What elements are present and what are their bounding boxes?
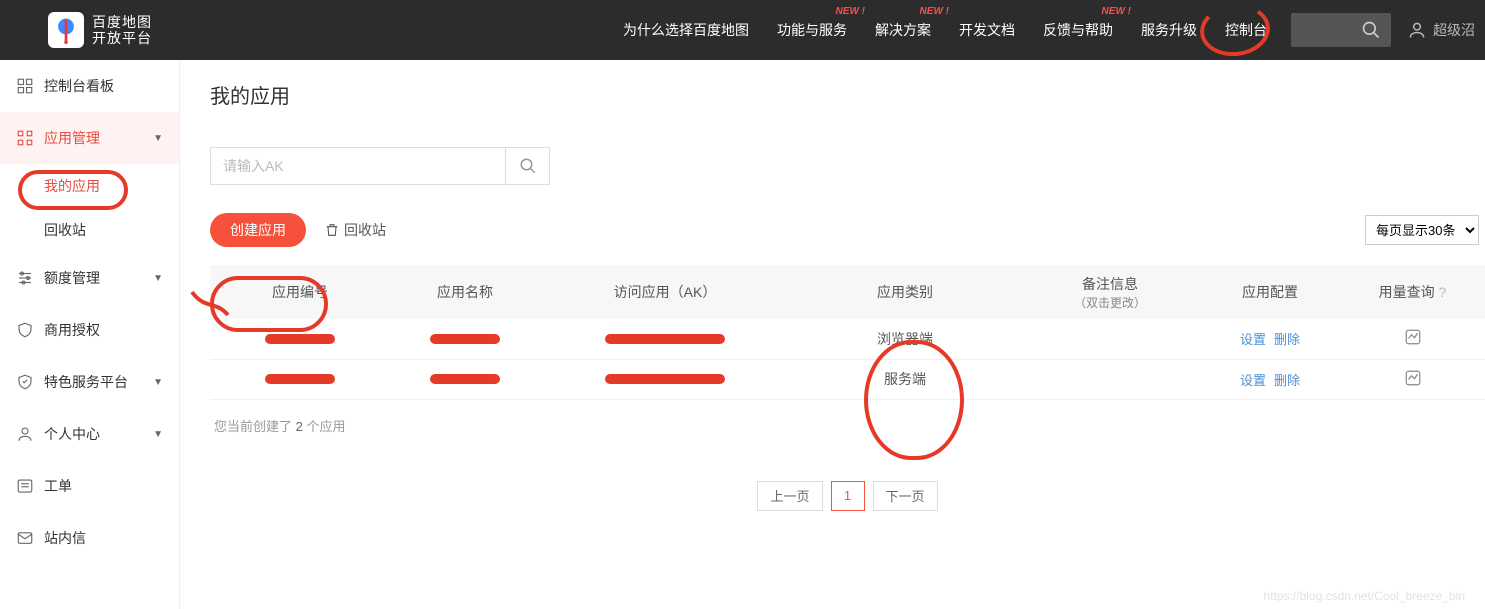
- sidebar-item-label: 特色服务平台: [44, 372, 128, 392]
- trash-icon: [324, 222, 340, 238]
- col-remark: 备注信息 （双击更改）: [1020, 265, 1200, 319]
- table-row: 服务端 设置 删除: [210, 359, 1485, 399]
- dashboard-icon: [16, 77, 34, 95]
- header-search[interactable]: [1291, 13, 1391, 47]
- user-label: 超级沼: [1433, 20, 1475, 40]
- toolbar: 创建应用 回收站 每页显示30条: [210, 213, 1485, 247]
- chevron-down-icon: ▼: [153, 273, 163, 284]
- sidebar-item-sliders[interactable]: 额度管理 ▼: [0, 252, 179, 304]
- ak-search-input[interactable]: [211, 158, 505, 174]
- brand-logo[interactable]: 百度地图 开放平台: [48, 12, 152, 48]
- chevron-down-icon: ▼: [153, 377, 163, 388]
- table-header: 应用编号 应用名称 访问应用（AK） 应用类别 备注信息 （双击更改） 应用配置…: [210, 265, 1485, 319]
- config-set-link[interactable]: 设置: [1240, 373, 1266, 388]
- sidebar-item-ticket[interactable]: 工单: [0, 460, 179, 512]
- nav-item-0[interactable]: 为什么选择百度地图: [609, 0, 763, 60]
- sidebar-item-label: 站内信: [44, 528, 86, 548]
- col-id: 应用编号: [210, 265, 390, 319]
- sidebar-item-user[interactable]: 个人中心 ▼: [0, 408, 179, 460]
- top-nav: 为什么选择百度地图功能与服务NEW !解决方案NEW !开发文档反馈与帮助NEW…: [609, 0, 1281, 60]
- usage-query-icon[interactable]: [1340, 319, 1485, 359]
- usage-query-icon[interactable]: [1340, 359, 1485, 399]
- cell-type: 浏览器端: [790, 319, 1020, 359]
- sidebar-item-shield[interactable]: 商用授权: [0, 304, 179, 356]
- sidebar-item-label: 额度管理: [44, 268, 100, 288]
- cell-type: 服务端: [790, 359, 1020, 399]
- chevron-down-icon: ▼: [153, 133, 163, 144]
- pager-prev[interactable]: 上一页: [757, 481, 822, 511]
- ak-search: [210, 147, 550, 185]
- sidebar-item-mail[interactable]: 站内信: [0, 512, 179, 564]
- col-usage: 用量查询 ?: [1340, 265, 1485, 319]
- user-icon: [1407, 20, 1427, 40]
- sidebar-item-label: 控制台看板: [44, 76, 114, 96]
- app-table: 应用编号 应用名称 访问应用（AK） 应用类别 备注信息 （双击更改） 应用配置…: [210, 265, 1485, 400]
- sliders-icon: [16, 269, 34, 287]
- sidebar-item-dashboard[interactable]: 控制台看板: [0, 60, 179, 112]
- shield-icon: [16, 321, 34, 339]
- config-del-link[interactable]: 删除: [1274, 332, 1300, 347]
- col-name: 应用名称: [390, 265, 540, 319]
- nav-item-4[interactable]: 反馈与帮助NEW !: [1029, 0, 1127, 60]
- sidebar: 控制台看板应用管理 ▼ 我的应用回收站额度管理 ▼ 商用授权特色服务平台 ▼ 个人中心 ▼ 工单…: [0, 60, 180, 609]
- sidebar-item-label: 工单: [44, 476, 72, 496]
- nav-item-1[interactable]: 功能与服务NEW !: [763, 0, 861, 60]
- search-icon: [519, 157, 537, 175]
- nav-item-6[interactable]: 控制台: [1211, 0, 1281, 60]
- sidebar-sub-item[interactable]: 我的应用: [0, 164, 179, 208]
- col-ak: 访问应用（AK）: [540, 265, 790, 319]
- nav-item-3[interactable]: 开发文档: [945, 0, 1029, 60]
- config-del-link[interactable]: 删除: [1274, 373, 1300, 388]
- brand-text: 百度地图 开放平台: [92, 14, 152, 46]
- page-title: 我的应用: [210, 80, 1485, 109]
- pager-next[interactable]: 下一页: [873, 481, 938, 511]
- pager-current[interactable]: 1: [831, 481, 865, 511]
- top-header: 百度地图 开放平台 为什么选择百度地图功能与服务NEW !解决方案NEW !开发…: [0, 0, 1485, 60]
- sidebar-item-apps[interactable]: 应用管理 ▼: [0, 112, 179, 164]
- apps-icon: [16, 129, 34, 147]
- summary-text: 您当前创建了 2 个应用: [210, 416, 1485, 435]
- col-type: 应用类别: [790, 265, 1020, 319]
- col-config: 应用配置: [1200, 265, 1340, 319]
- nav-item-5[interactable]: 服务升级: [1127, 0, 1211, 60]
- chevron-down-icon: ▼: [153, 429, 163, 440]
- page-size-select[interactable]: 每页显示30条: [1365, 215, 1479, 245]
- table-row: 浏览器端 设置 删除: [210, 319, 1485, 359]
- ticket-icon: [16, 477, 34, 495]
- pagination: 上一页 1 下一页: [210, 481, 1485, 511]
- nav-item-2[interactable]: 解决方案NEW !: [861, 0, 945, 60]
- sidebar-item-label: 个人中心: [44, 424, 100, 444]
- ak-search-button[interactable]: [505, 148, 549, 184]
- sidebar-item-label: 应用管理: [44, 128, 100, 148]
- main-content: 我的应用 创建应用 回收站 每页显示30条 应用编号 应用名称 访问: [180, 60, 1485, 609]
- mail-icon: [16, 529, 34, 547]
- badge-icon: [16, 373, 34, 391]
- create-app-button[interactable]: 创建应用: [210, 213, 306, 247]
- table-body: 浏览器端设置 删除服务端设置 删除: [210, 319, 1485, 399]
- sidebar-item-badge[interactable]: 特色服务平台 ▼: [0, 356, 179, 408]
- sidebar-item-label: 商用授权: [44, 320, 100, 340]
- search-icon: [1361, 20, 1381, 40]
- recycle-link[interactable]: 回收站: [324, 220, 386, 240]
- user-menu[interactable]: 超级沼: [1401, 20, 1485, 40]
- sidebar-sub-item[interactable]: 回收站: [0, 208, 179, 252]
- config-set-link[interactable]: 设置: [1240, 332, 1266, 347]
- user-icon: [16, 425, 34, 443]
- logo-icon: [48, 12, 84, 48]
- watermark: https://blog.csdn.net/Cool_breeze_bin: [1264, 589, 1465, 603]
